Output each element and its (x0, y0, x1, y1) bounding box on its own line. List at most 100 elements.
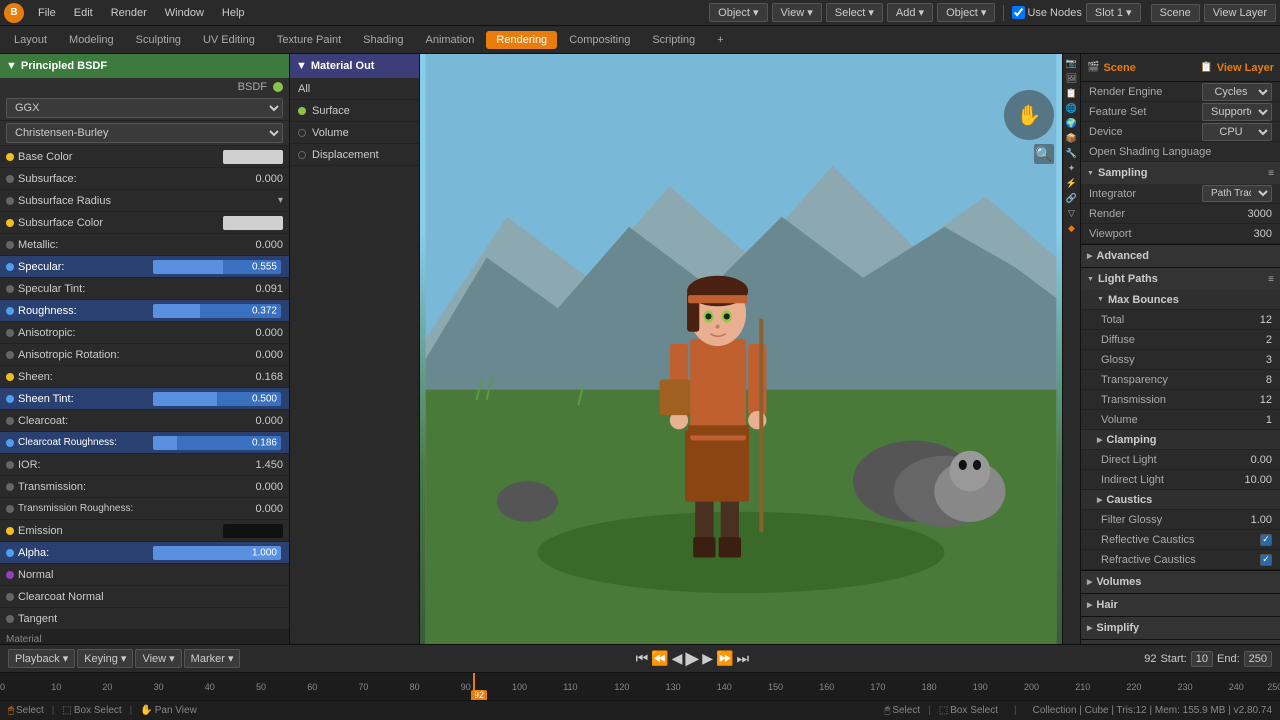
tab-rendering[interactable]: Rendering (486, 31, 557, 49)
motion-blur-header[interactable]: ▼ ✓ Motion Blur (1081, 640, 1280, 644)
caustics-header[interactable]: ▶ Caustics (1081, 490, 1280, 510)
light-paths-header[interactable]: ▼ Light Paths ≡ (1081, 268, 1280, 290)
mat-surface-item[interactable]: Surface (290, 100, 419, 122)
subsurface-radius-row[interactable]: Subsurface Radius ▾ (0, 190, 289, 212)
timeline-numbers[interactable]: 0 10 20 30 40 50 60 70 80 90 92 100 110 … (0, 673, 1280, 700)
menu-help[interactable]: Help (214, 5, 253, 21)
subsurface-method-row[interactable]: Christensen-Burley (0, 121, 289, 146)
roughness-bar[interactable]: 0.372 (153, 304, 282, 318)
add-dropdown[interactable]: Add ▾ (887, 3, 933, 22)
device-select[interactable]: CPU GPU (1202, 123, 1272, 141)
menu-render[interactable]: Render (103, 5, 155, 21)
transparency-bounces-row[interactable]: Transparency 8 (1081, 370, 1280, 390)
render-properties-icon[interactable]: 📷 (1065, 56, 1079, 70)
menu-window[interactable]: Window (157, 5, 212, 21)
subsurface-color-swatch[interactable] (223, 216, 283, 230)
specular-tint-row[interactable]: Specular Tint: 0.091 (0, 278, 289, 300)
use-nodes-checkbox[interactable] (1012, 6, 1025, 19)
mat-volume-item[interactable]: Volume (290, 122, 419, 144)
filter-glossy-row[interactable]: Filter Glossy 1.00 (1081, 510, 1280, 530)
direct-light-value[interactable]: 0.00 (1232, 454, 1272, 466)
particles-icon[interactable]: ✦ (1065, 161, 1079, 175)
feature-set-row[interactable]: Feature Set Supported Experimental (1081, 102, 1280, 122)
select-dropdown[interactable]: Select ▾ (826, 3, 883, 22)
menu-edit[interactable]: Edit (66, 5, 101, 21)
prev-frame-btn[interactable]: ⏪ (651, 650, 668, 667)
render-samples-value[interactable]: 3000 (1232, 208, 1272, 220)
specular-row[interactable]: Specular: 0.555 (0, 256, 289, 278)
viewport-samples-row[interactable]: Viewport 300 (1081, 224, 1280, 244)
simplify-header[interactable]: ▶ Simplify (1081, 617, 1280, 639)
object-mode-dropdown[interactable]: Object ▾ (709, 3, 767, 22)
marker-menu[interactable]: Marker ▾ (184, 649, 241, 668)
viewport-samples-value[interactable]: 300 (1232, 228, 1272, 240)
render-samples-row[interactable]: Render 3000 (1081, 204, 1280, 224)
transmission-row[interactable]: Transmission: 0.000 (0, 476, 289, 498)
alpha-row[interactable]: Alpha: 1.000 (0, 542, 289, 564)
tab-shading[interactable]: Shading (353, 31, 413, 49)
material-icon[interactable]: ◆ (1065, 221, 1079, 235)
volume-bounces-value[interactable]: 1 (1232, 414, 1272, 426)
ior-row[interactable]: IOR: 1.450 (0, 454, 289, 476)
tab-animation[interactable]: Animation (416, 31, 485, 49)
main-viewport[interactable]: View ▾ Select ▾ Render Result 📷 ◉ ○ ● ⛶ … (420, 54, 1062, 644)
indirect-light-row[interactable]: Indirect Light 10.00 (1081, 470, 1280, 490)
tab-modeling[interactable]: Modeling (59, 31, 124, 49)
normal-row[interactable]: Normal (0, 564, 289, 586)
clearcoat-normal-row[interactable]: Clearcoat Normal (0, 586, 289, 608)
integrator-select[interactable]: Path Tracing (1202, 185, 1272, 202)
base-color-swatch[interactable] (223, 150, 283, 164)
sheen-row[interactable]: Sheen: 0.168 (0, 366, 289, 388)
tab-uv-editing[interactable]: UV Editing (193, 31, 265, 49)
specular-bar[interactable]: 0.555 (153, 260, 282, 274)
diffuse-bounces-row[interactable]: Diffuse 2 (1081, 330, 1280, 350)
indirect-light-value[interactable]: 10.00 (1232, 474, 1272, 486)
bsdf-panel-header[interactable]: ▼ Principled BSDF (0, 54, 289, 78)
sheen-tint-row[interactable]: Sheen Tint: 0.500 (0, 388, 289, 410)
clearcoat-roughness-bar[interactable]: 0.186 (153, 436, 282, 450)
ior-value[interactable]: 1.450 (238, 459, 283, 471)
reflective-caustics-checkbox[interactable]: ✓ (1260, 534, 1272, 546)
metallic-value[interactable]: 0.000 (238, 239, 283, 251)
transparency-bounces-value[interactable]: 8 (1232, 374, 1272, 386)
base-color-row[interactable]: Base Color (0, 146, 289, 168)
scene-selector[interactable]: Scene (1151, 4, 1200, 22)
tab-texture-paint[interactable]: Texture Paint (267, 31, 351, 49)
diffuse-bounces-value[interactable]: 2 (1232, 334, 1272, 346)
transmission-bounces-row[interactable]: Transmission 12 (1081, 390, 1280, 410)
filter-glossy-value[interactable]: 1.00 (1232, 514, 1272, 526)
object-menu[interactable]: Object ▾ (937, 3, 995, 22)
view-layer-selector[interactable]: View Layer (1204, 4, 1276, 22)
timeline[interactable]: 0 10 20 30 40 50 60 70 80 90 92 100 110 … (0, 672, 1280, 700)
alpha-bar[interactable]: 1.000 (153, 546, 282, 560)
scene-properties-icon[interactable]: 🌐 (1065, 101, 1079, 115)
transmission-roughness-row[interactable]: Transmission Roughness: 0.000 (0, 498, 289, 520)
sheen-value[interactable]: 0.168 (238, 371, 283, 383)
world-properties-icon[interactable]: 🌍 (1065, 116, 1079, 130)
tab-sculpting[interactable]: Sculpting (126, 31, 191, 49)
jump-end-btn[interactable]: ⏭ (736, 650, 749, 667)
tab-layout[interactable]: Layout (4, 31, 57, 49)
volumes-header[interactable]: ▶ Volumes (1081, 571, 1280, 593)
zoom-in-btn[interactable]: 🔍 (1034, 144, 1054, 164)
refractive-caustics-checkbox[interactable]: ✓ (1260, 554, 1272, 566)
subsurface-method-dropdown[interactable]: Christensen-Burley (6, 123, 283, 143)
tab-scripting[interactable]: Scripting (642, 31, 705, 49)
roughness-row[interactable]: Roughness: 0.372 (0, 300, 289, 322)
volume-bounces-row[interactable]: Volume 1 (1081, 410, 1280, 430)
playback-menu[interactable]: Playback ▾ (8, 649, 75, 668)
transmission-value[interactable]: 0.000 (238, 481, 283, 493)
total-bounces-row[interactable]: Total 12 (1081, 310, 1280, 330)
glossy-bounces-row[interactable]: Glossy 3 (1081, 350, 1280, 370)
view-dropdown[interactable]: View ▾ (772, 3, 822, 22)
clearcoat-roughness-row[interactable]: Clearcoat Roughness: 0.186 (0, 432, 289, 454)
total-bounces-value[interactable]: 12 (1232, 314, 1272, 326)
constraints-icon[interactable]: 🔗 (1065, 191, 1079, 205)
output-properties-icon[interactable]: 🖼 (1065, 71, 1079, 85)
nav-gizmo[interactable]: ✋ (1004, 90, 1054, 140)
hair-header[interactable]: ▶ Hair (1081, 594, 1280, 616)
mat-displacement-item[interactable]: Displacement (290, 144, 419, 166)
menu-file[interactable]: File (30, 5, 64, 21)
device-row[interactable]: Device CPU GPU (1081, 122, 1280, 142)
anisotropic-value[interactable]: 0.000 (238, 327, 283, 339)
